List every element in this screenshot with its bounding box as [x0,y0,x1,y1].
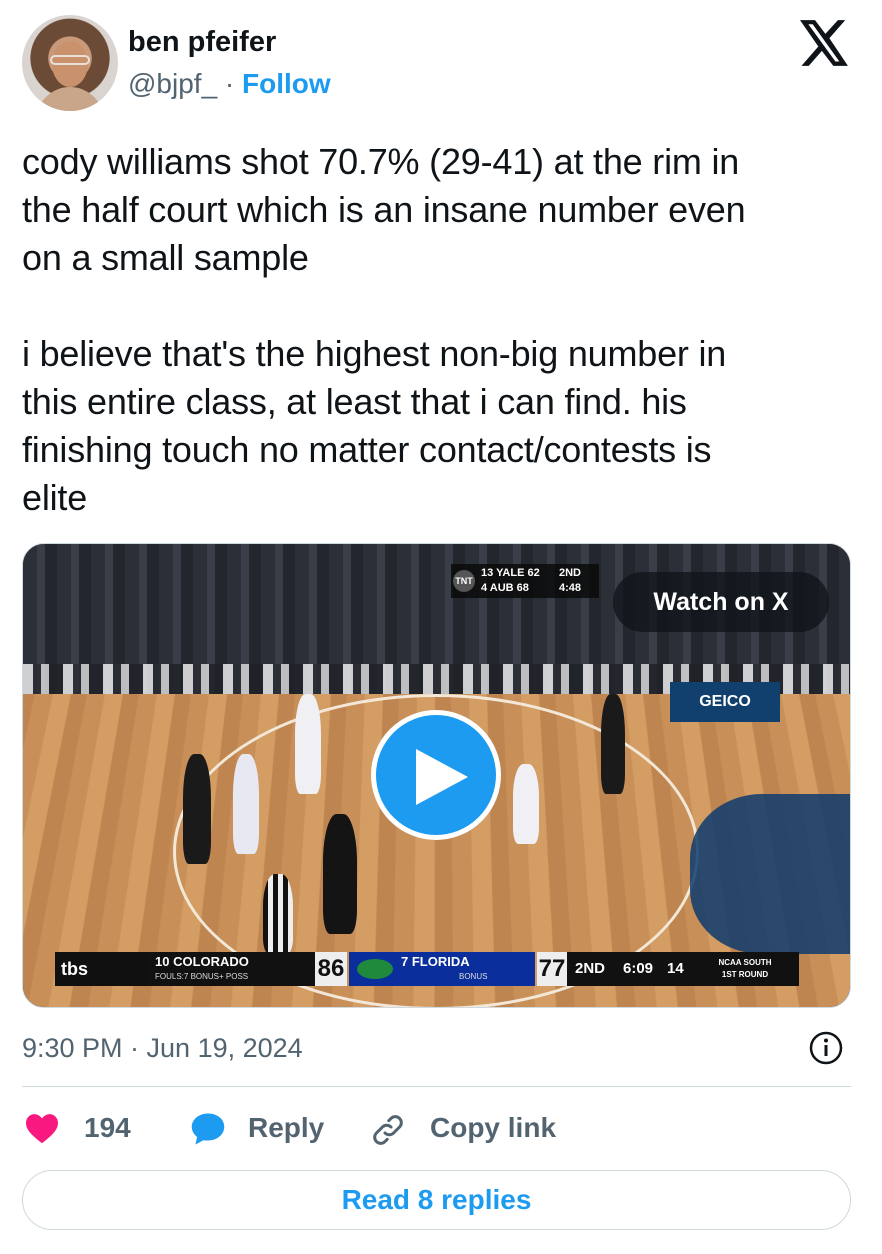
reply-bubble-icon [191,1113,225,1145]
network-tnt-badge: TNT [453,570,475,592]
team2-score: 77 [537,952,567,986]
author-handle[interactable]: @bjpf_ [128,68,217,99]
scorebar-team1: 10 COLORADO FOULS:7 BONUS+ POSS [147,952,315,986]
video-referee [263,874,293,954]
team1-sub: FOULS:7 BONUS+ POSS [155,972,249,981]
divider [22,1086,851,1087]
tweet-text: cody williams shot 70.7% (29-41) at the … [22,141,746,518]
team2-sub: BONUS [459,972,488,981]
game-scorebar: tbs 10 COLORADO FOULS:7 BONUS+ POSS 86 7… [55,952,799,986]
play-button[interactable] [371,710,501,840]
copy-link-label: Copy link [430,1112,557,1143]
team2-name: 7 FLORIDA [401,954,470,969]
video-player-figure [233,754,259,854]
top-score-line2: 4 AUB 68 [481,582,529,594]
reply-label: Reply [248,1112,325,1143]
scorebar-shot-clock: 14 [667,960,684,977]
handle-separator: · [224,68,235,99]
author-avatar[interactable] [22,15,118,111]
like-button[interactable]: 194 [22,1108,152,1148]
scorebar-clock: 2ND 6:09 14 [567,952,691,986]
scorebar-network: tbs [55,952,147,986]
team2-logo [357,959,393,979]
scorebar-period: 2ND [575,960,606,977]
top-score-clock: 4:48 [559,582,582,594]
reply-button[interactable]: Reply [190,1108,340,1148]
video-ad-board: GEICO [670,682,780,722]
avatar-body [36,87,104,111]
link-icon [373,1115,403,1145]
x-logo-icon[interactable] [800,20,850,66]
author-name[interactable]: ben pfeifer [128,24,276,60]
video-player-figure [295,694,321,794]
scorebar-team2: 7 FLORIDA BONUS [349,952,535,986]
video-player-figure [323,814,357,934]
top-score-line1: 13 YALE 62 [481,567,540,579]
court-logo [690,794,850,954]
team1-name: 10 COLORADO [155,954,249,969]
like-count: 194 [84,1112,131,1143]
top-score-period: 2ND [559,567,582,579]
scorebar-game-clock: 6:09 [623,960,654,977]
region-name: NCAA SOUTH [718,958,772,967]
info-icon[interactable] [808,1030,844,1066]
team1-score: 86 [315,952,347,986]
avatar-glasses [50,55,90,65]
author-handle-row: @bjpf_ · Follow [128,66,331,102]
action-bar: 194 Reply Copy link [22,1108,851,1148]
top-scoreboard: TNT 13 YALE 62 4 AUB 68 2ND 4:48 [451,564,599,598]
scorebar-region: NCAA SOUTH 1ST ROUND [691,952,799,986]
tweet-timestamp[interactable]: 9:30 PM · Jun 19, 2024 [22,1030,303,1066]
video-player-figure [601,694,625,794]
heart-icon [26,1114,58,1144]
video-player-figure [183,754,211,864]
region-round: 1ST ROUND [721,970,769,979]
follow-link[interactable]: Follow [242,68,331,99]
video-player[interactable]: GEICO TNT 13 YALE 62 4 AUB 68 2ND 4:48 W… [22,543,851,1008]
video-player-figure [513,764,539,844]
copy-link-button[interactable]: Copy link [370,1108,590,1148]
play-icon [416,749,468,805]
read-replies-button[interactable]: Read 8 replies [22,1170,851,1230]
watch-on-x-button[interactable]: Watch on X [613,572,829,632]
